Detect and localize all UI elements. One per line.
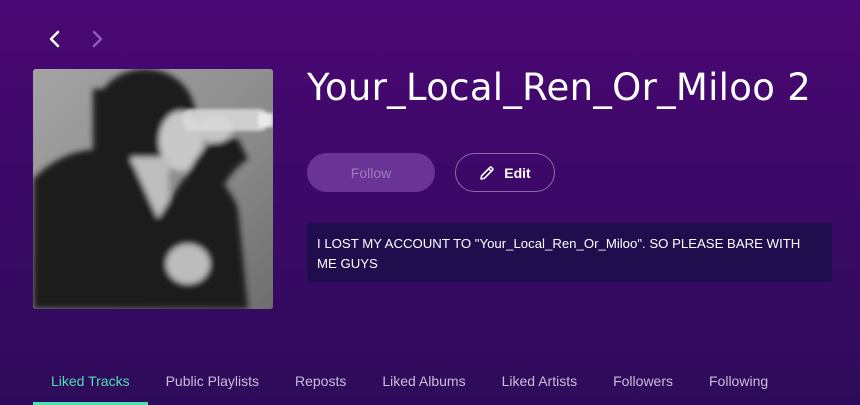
tab-liked-artists[interactable]: Liked Artists	[484, 364, 595, 399]
avatar	[33, 69, 273, 309]
profile-name: Your_Local_Ren_Or_Miloo 2	[307, 66, 812, 109]
tab-public-playlists[interactable]: Public Playlists	[148, 364, 277, 399]
tab-reposts[interactable]: Reposts	[277, 364, 364, 399]
forward-button[interactable]	[82, 24, 112, 54]
back-button[interactable]	[40, 24, 70, 54]
edit-button[interactable]: Edit	[455, 153, 555, 192]
profile-tabs: Liked Tracks Public Playlists Reposts Li…	[33, 364, 786, 405]
tab-following[interactable]: Following	[691, 364, 786, 399]
bio-text: I LOST MY ACCOUNT TO "Your_Local_Ren_Or_…	[317, 236, 801, 271]
chevron-right-icon	[92, 30, 103, 48]
tab-liked-albums[interactable]: Liked Albums	[364, 364, 483, 399]
profile-photo	[33, 69, 273, 309]
bio-box: I LOST MY ACCOUNT TO "Your_Local_Ren_Or_…	[307, 223, 832, 282]
follow-button[interactable]: Follow	[307, 153, 435, 192]
edit-button-label: Edit	[504, 164, 531, 181]
pencil-icon	[480, 165, 494, 180]
chevron-left-icon	[49, 30, 60, 48]
tab-followers[interactable]: Followers	[595, 364, 691, 399]
tab-liked-tracks[interactable]: Liked Tracks	[33, 364, 148, 405]
